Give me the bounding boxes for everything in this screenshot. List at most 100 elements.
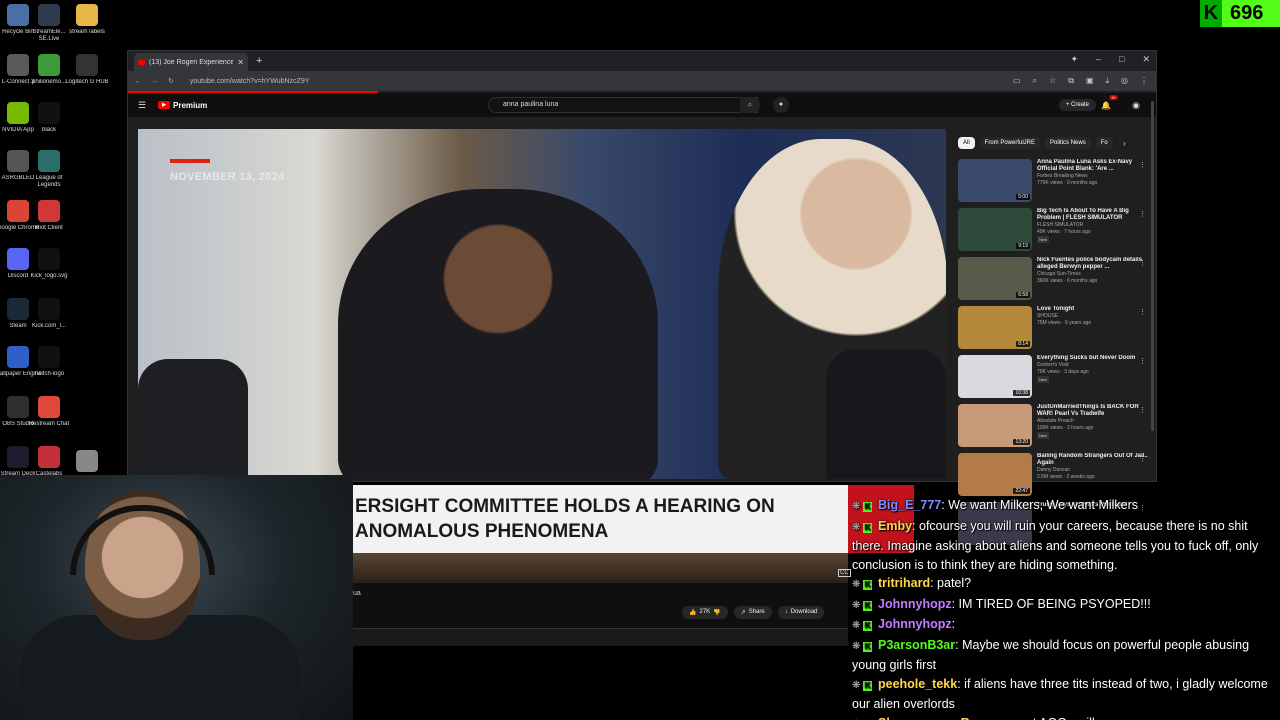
desktop-icon[interactable]: black [25,102,73,134]
recommendation-item[interactable]: 13:20 JustUnMarriedThings Is BACK FOR WAR… [958,404,1148,453]
recommendation-item[interactable]: 6:58 Nick Fuentes police bodycam details … [958,257,1148,306]
desktop-icon[interactable]: Kick.com_l... [25,298,73,330]
chip[interactable]: From PowerfulJRE [979,137,1041,149]
bookmark-star-icon[interactable]: ☆ [1049,76,1056,86]
search-button[interactable]: ⌕ [740,97,760,113]
recommendation-thumbnail[interactable]: 8:14 [958,306,1032,349]
zoom-icon[interactable]: ⌕ [1033,76,1037,86]
news-lower-third: ERSIGHT COMMITTEE HOLDS A HEARING ON ANO… [353,485,848,553]
recommendation-title[interactable]: Bailing Random Strangers Out Of Jail.. A… [1037,453,1148,467]
recommendation-channel[interactable]: Absolute Preach [1037,418,1148,425]
desktop-icon-label: black [41,127,56,133]
tab-active[interactable]: (13) Joe Rogen Experience #23! ✕ [134,53,248,71]
sidepanel-icon[interactable]: ▣ [1086,76,1094,86]
profile-icon[interactable]: ◎ [1121,76,1128,86]
chat-username[interactable]: P3arsonB3ar [878,638,955,652]
voice-search-icon[interactable]: ● [773,97,789,113]
share-icon: ↗ [740,610,746,616]
chip[interactable]: Fo [1095,137,1113,149]
new-tab-button[interactable]: + [256,55,262,67]
recommendation-item[interactable]: 9:19 Big Tech Is About To Have A Big Prob… [958,208,1148,257]
recommendation-title[interactable]: Nick Fuentes police bodycam details alle… [1037,257,1148,271]
page-scrollbar[interactable] [1151,101,1154,431]
more-actions-icon[interactable]: ⋮ [1139,308,1146,316]
share-button[interactable]: ↗ Share [733,606,772,619]
recommendation-title[interactable]: JustUnMarriedThings Is BACK FOR WAR! Pea… [1037,404,1148,418]
recommendation-thumbnail[interactable]: 5:00 [958,159,1032,202]
recommendation-item[interactable]: 5:00 Anna Paulina Luna Asks Ex-Navy Offic… [958,159,1148,208]
chat-username[interactable]: peehole_tekk [878,677,957,691]
chat-badge-icons: ❋ K [852,519,878,538]
extensions-icon[interactable]: ⧉ [1068,76,1074,86]
forward-icon[interactable]: → [151,78,158,85]
recommendation-thumbnail[interactable]: 9:19 [958,208,1032,251]
subscriber-badge-icon: ❋ [852,599,864,611]
chat-username[interactable]: Emby [878,519,912,533]
youtube-logo-text: Premium [173,100,208,110]
notifications-bell-icon[interactable]: 🔔 [1101,101,1111,110]
cast-icon[interactable]: ▭ [1013,76,1021,86]
more-actions-icon[interactable]: ⋮ [1139,210,1146,218]
more-actions-icon[interactable]: ⋮ [1139,259,1146,267]
maximize-button[interactable]: □ [1119,54,1124,65]
recommendation-channel[interactable]: Chicago Sun-Times [1037,271,1148,278]
recommendation-channel[interactable]: FLESH SIMULATOR [1037,222,1148,229]
recommendation-channel[interactable]: SHOUSE [1037,313,1148,320]
subscriber-badge-icon: ❋ [852,579,864,590]
chip[interactable]: All [958,137,975,149]
lower-third-line-1: ERSIGHT COMMITTEE HOLDS A HEARING ON [355,496,775,517]
recommendation-thumbnail[interactable]: 6:58 [958,257,1032,300]
chat-username[interactable]: tritrihard [878,576,930,590]
chip[interactable]: Politics News [1045,137,1091,149]
recommendation-channel[interactable]: Forbes Breaking News [1037,173,1148,180]
back-icon[interactable]: ← [134,78,141,85]
more-actions-icon[interactable]: ⋮ [1139,357,1146,365]
desktop-icon[interactable]: Restream Chat [25,396,73,428]
new-badge: New [1037,376,1050,383]
recommendation-item[interactable]: 8:14 Love Tonight SHOUSE 75M views · 6 year… [958,306,1148,355]
download-button[interactable]: ↓ Download [777,606,825,619]
chat-username[interactable]: Big_E_777 [878,498,941,512]
chat-username[interactable]: Johnnyhopz [878,617,952,631]
more-actions-icon[interactable]: ⋮ [1139,161,1146,169]
recommendation-channel[interactable]: Danny Duncan [1037,467,1148,474]
chat-username[interactable]: Johnnyhopz [878,597,952,611]
recommendation-thumbnail[interactable]: 22:47 [958,453,1032,496]
recommendation-thumbnail[interactable]: 13:20 [958,404,1032,447]
desktop-icon[interactable]: stream labels [63,4,111,36]
hamburger-menu-icon[interactable]: ☰ [138,100,146,111]
create-button[interactable]: + Create [1058,99,1096,111]
more-actions-icon[interactable]: ⋮ [1139,406,1146,414]
desktop-icon[interactable]: Kick_logo.svg [25,248,73,280]
close-window-button[interactable]: ✕ [1142,54,1150,65]
search-input[interactable]: anna paulina luna ✕ [488,97,758,113]
chips-next-icon[interactable]: › [1123,139,1126,148]
desktop-icon[interactable]: League of Legends [25,150,73,189]
thumbs-down-icon[interactable]: 👎 [713,609,720,616]
tab-close-icon[interactable]: ✕ [237,58,244,67]
desktop-icon[interactable]: Logitech G HUB [63,54,111,86]
download-icon[interactable]: ⤓ [1105,76,1109,86]
chat-username[interactable]: Sloposaurus_Rex [878,716,984,720]
extension-icon[interactable]: ✦ [1070,54,1078,65]
recommendation-item[interactable]: 22:47 Bailing Random Strangers Out Of Jai… [958,453,1148,502]
more-actions-icon[interactable]: ⋮ [1139,455,1146,463]
recommendation-thumbnail[interactable]: 10:38 [958,355,1032,398]
youtube-logo[interactable]: ▶ Premium [158,101,207,110]
desktop-icon[interactable]: Twitch-logo [25,346,73,378]
recommendation-title[interactable]: Anna Paulina Luna Asks Ex-Navy Official … [1037,159,1148,173]
video-player[interactable]: NOVEMBER 13, 2024 [138,129,946,479]
chat-badge-icons: ❋ K [852,498,878,517]
recommendation-title[interactable]: Everything Sucks but Never Doom [1037,355,1148,362]
recommendation-title[interactable]: Love Tonight [1037,306,1148,313]
desktop-icon[interactable]: Riot Client [25,200,73,232]
url-field[interactable]: youtube.com/watch?v=hYWubNzcZ9Y [190,78,310,85]
avatar[interactable]: ◉ [1132,100,1140,111]
menu-kebab-icon[interactable]: ⋮ [1140,76,1148,86]
like-button[interactable]: 👍 27K 👎 [682,606,728,619]
minimize-button[interactable]: – [1096,54,1101,65]
reload-icon[interactable]: ↻ [168,77,174,85]
recommendation-item[interactable]: 10:38 Everything Sucks but Never Doom Gorb… [958,355,1148,404]
recommendation-title[interactable]: Big Tech Is About To Have A Big Problem … [1037,208,1148,222]
recommendation-channel[interactable]: Gorbert's Void [1037,362,1148,369]
